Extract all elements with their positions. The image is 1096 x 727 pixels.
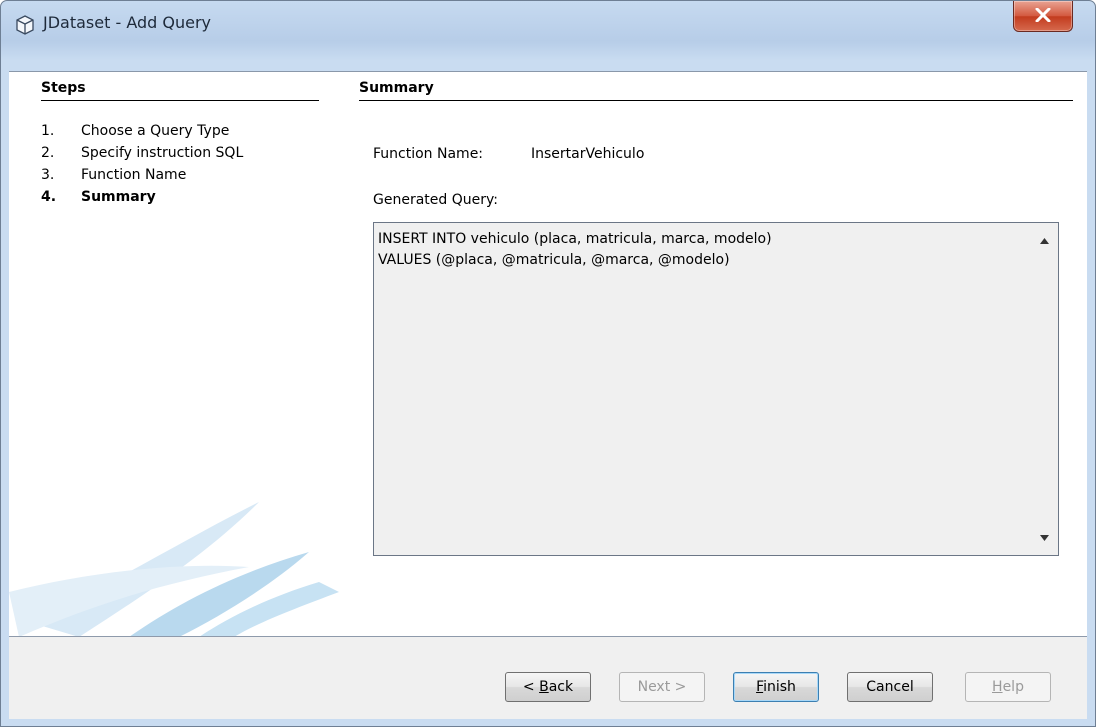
step-label: Function Name — [81, 167, 187, 183]
title-bar[interactable]: JDataset - Add Query — [1, 1, 1095, 71]
step-number: 4. — [41, 189, 57, 205]
generated-query-textarea[interactable]: INSERT INTO vehiculo (placa, matricula, … — [373, 222, 1059, 556]
summary-title: Summary — [359, 80, 1073, 101]
step-item-4: 4. Summary — [41, 186, 243, 208]
back-button-label-prefix: < — [522, 679, 540, 695]
finish-button-label-suffix: inish — [763, 679, 796, 695]
step-label: Summary — [81, 189, 156, 205]
step-item-3: 3. Function Name — [41, 164, 243, 186]
scroll-down-arrow-icon[interactable] — [1040, 530, 1049, 545]
finish-button[interactable]: Finish — [733, 672, 819, 702]
step-label: Specify instruction SQL — [81, 145, 244, 161]
help-button[interactable]: Help — [965, 672, 1051, 702]
step-number: 1. — [41, 123, 55, 139]
function-name-label: Function Name: — [373, 146, 484, 162]
query-line: INSERT INTO vehiculo (placa, matricula, … — [378, 231, 772, 247]
decorative-swoosh — [9, 502, 339, 637]
back-button[interactable]: < Back — [505, 672, 591, 702]
step-item-2: 2. Specify instruction SQL — [41, 142, 243, 164]
vertical-scrollbar[interactable] — [1032, 223, 1058, 555]
steps-title: Steps — [41, 80, 319, 101]
app-cube-icon — [15, 15, 35, 35]
query-line: VALUES (@placa, @matricula, @marca, @mod… — [378, 252, 730, 268]
back-button-mnemonic: B — [539, 679, 549, 695]
step-item-1: 1. Choose a Query Type — [41, 120, 243, 142]
summary-panel: Summary Function Name: InsertarVehiculo … — [353, 72, 1073, 637]
step-number: 2. — [41, 145, 55, 161]
next-button[interactable]: Next > — [619, 672, 705, 702]
button-bar: < Back Next > Finish Cancel Help — [9, 636, 1087, 719]
back-button-label-suffix: ack — [548, 679, 574, 695]
help-button-mnemonic: H — [992, 679, 1003, 695]
query-text: INSERT INTO vehiculo (placa, matricula, … — [378, 229, 1028, 271]
step-number: 3. — [41, 167, 55, 183]
help-button-label-suffix: elp — [1002, 679, 1024, 695]
generated-query-label: Generated Query: — [373, 192, 498, 208]
steps-panel: Steps 1. Choose a Query Type 2. Specify in… — [9, 72, 339, 637]
wizard-body: Steps 1. Choose a Query Type 2. Specify in… — [9, 71, 1087, 637]
scroll-up-arrow-icon[interactable] — [1040, 233, 1049, 248]
close-button[interactable] — [1013, 1, 1073, 32]
dialog-window: JDataset - Add Query Steps 1. Choose a Qu… — [0, 0, 1096, 727]
steps-list: 1. Choose a Query Type 2. Specify instruct… — [41, 120, 243, 208]
cancel-button[interactable]: Cancel — [847, 672, 933, 702]
function-name-value: InsertarVehiculo — [531, 146, 645, 162]
window-title: JDataset - Add Query — [43, 13, 212, 32]
step-label: Choose a Query Type — [81, 123, 230, 139]
